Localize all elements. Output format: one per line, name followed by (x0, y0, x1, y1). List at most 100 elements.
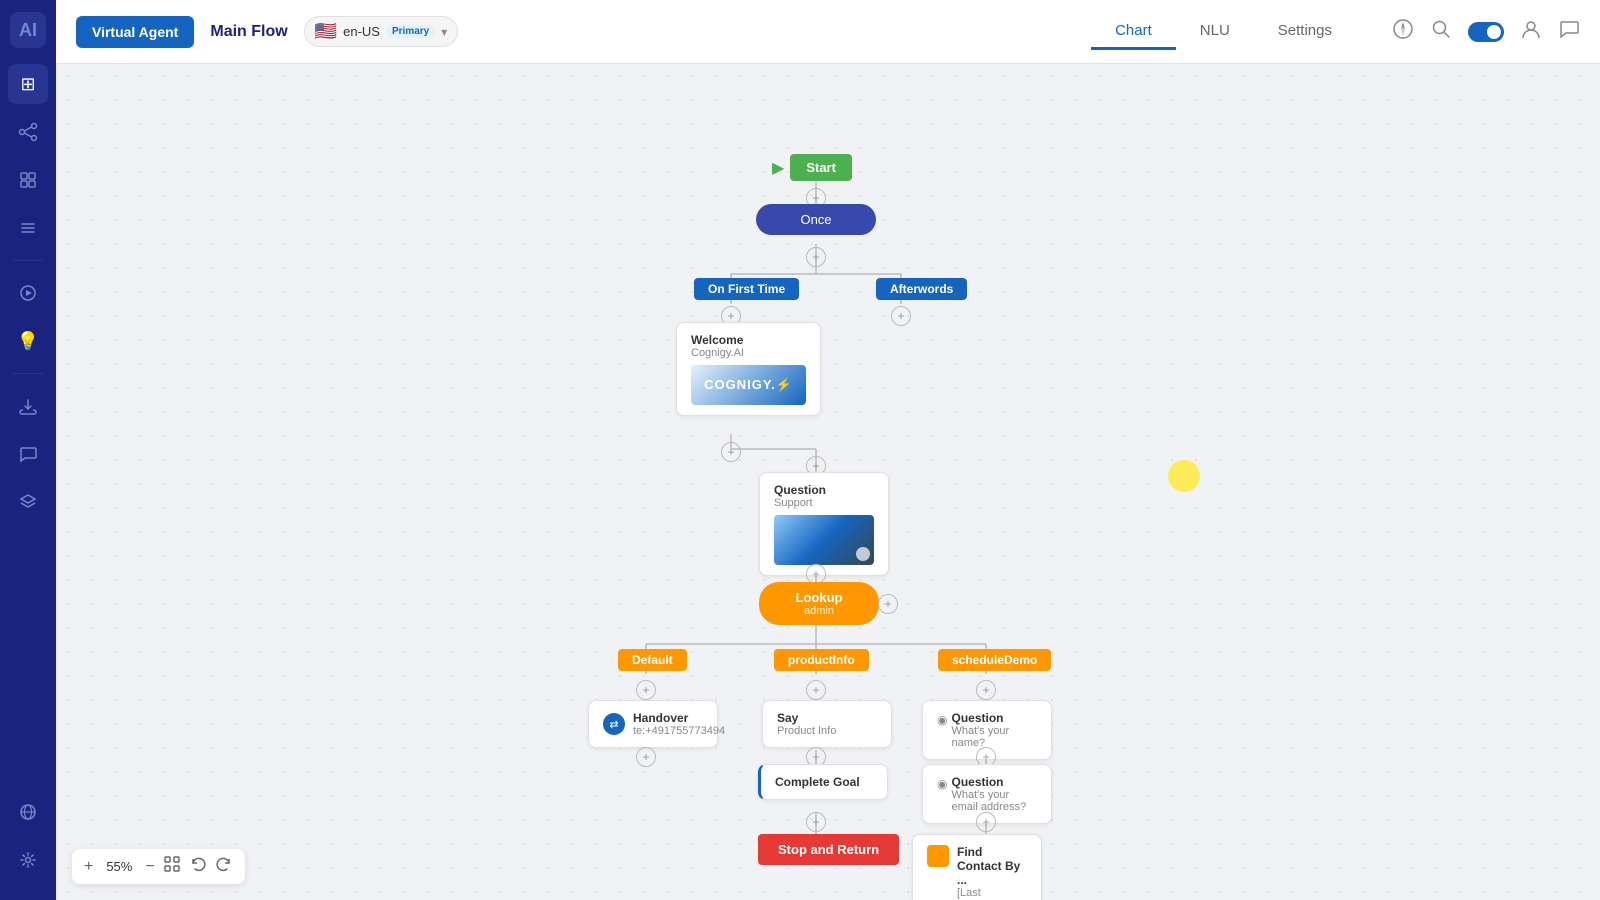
product-info-pill-label[interactable]: productInfo (774, 649, 869, 671)
add-after-question[interactable]: + (806, 564, 826, 584)
start-node[interactable]: ▶ Start (772, 154, 852, 181)
welcome-node[interactable]: Welcome Cognigy.AI COGNIGY.⚡ (676, 322, 821, 416)
default-pill-label[interactable]: Default (618, 649, 687, 671)
logo: AI (10, 12, 46, 48)
say-title: Say (777, 711, 877, 725)
cursor-indicator (1168, 460, 1200, 492)
fit-button[interactable] (163, 855, 181, 878)
add-below-question-email[interactable]: + (976, 812, 996, 832)
flag-icon: 🇺🇸 (315, 21, 337, 42)
once-node[interactable]: Once (756, 204, 876, 235)
question-email-title: Question (951, 775, 1037, 789)
question-name-bullet: ◉ (937, 713, 947, 727)
zoom-out-button[interactable]: − (145, 858, 154, 876)
sidebar-item-flow[interactable] (8, 112, 48, 152)
add-below-scheduledemo[interactable]: + (976, 680, 996, 700)
sidebar-item-export[interactable] (8, 386, 48, 426)
add-below-productinfo[interactable]: + (806, 680, 826, 700)
schedule-demo-pill-node[interactable]: scheduleDemo (938, 649, 1051, 671)
find-contact-icon: 🔶 (927, 845, 949, 867)
add-afterwords[interactable]: + (891, 306, 911, 326)
sidebar-divider-1 (13, 260, 43, 261)
handover-node[interactable]: ⇄ Handover te:+491755773494 (588, 700, 718, 748)
add-after-welcome[interactable]: + (721, 442, 741, 462)
sidebar-item-settings[interactable] (8, 840, 48, 880)
stop-return-label[interactable]: Stop and Return (758, 834, 899, 865)
sidebar-item-list[interactable] (8, 208, 48, 248)
tab-chart[interactable]: Chart (1091, 14, 1176, 50)
locale-code: en-US (343, 24, 380, 39)
user-icon[interactable] (1520, 18, 1542, 46)
add-after-once[interactable]: + (806, 247, 826, 267)
welcome-subtitle: Cognigy.AI (691, 347, 806, 359)
find-contact-subtitle: [Last Question Result] (957, 887, 1027, 900)
undo-button[interactable] (189, 855, 207, 878)
play-icon: ▶ (772, 158, 784, 178)
sidebar-item-chat[interactable] (8, 434, 48, 474)
question-support-image (774, 515, 874, 565)
handover-title: Handover (633, 711, 725, 725)
locale-selector[interactable]: 🇺🇸 en-US Primary ▾ (304, 16, 459, 47)
lookup-node[interactable]: Lookup admin (759, 582, 879, 625)
sidebar-divider-2 (13, 373, 43, 374)
welcome-title: Welcome (691, 333, 806, 347)
complete-goal-title: Complete Goal (775, 775, 873, 789)
find-contact-node[interactable]: 🔶 Find Contact By ... [Last Question Res… (912, 834, 1042, 900)
complete-goal-node[interactable]: Complete Goal (758, 764, 888, 800)
flow-canvas[interactable]: ▶ Start + Once + On First Time Afterword… (56, 64, 1600, 900)
sidebar-item-idea[interactable]: 💡 (8, 321, 48, 361)
virtual-agent-button[interactable]: Virtual Agent (76, 16, 194, 48)
nav-icons (1392, 18, 1580, 46)
canvas-toolbar: + 55% − (72, 849, 245, 884)
cognigy-logo: COGNIGY.⚡ (704, 377, 793, 393)
question-name-subtitle: What's your name? (951, 725, 1037, 749)
question-support-subtitle: Support (774, 497, 874, 509)
tab-settings[interactable]: Settings (1254, 14, 1356, 50)
add-below-complete-goal[interactable]: + (806, 812, 826, 832)
say-node[interactable]: Say Product Info (762, 700, 892, 748)
question-name-title: Question (951, 711, 1037, 725)
toggle-button[interactable] (1468, 22, 1504, 42)
zoom-in-button[interactable]: + (84, 858, 93, 876)
compass-icon[interactable] (1392, 18, 1414, 46)
handover-subtitle: te:+491755773494 (633, 725, 725, 737)
flow-name: Main Flow (210, 23, 287, 41)
lookup-label[interactable]: Lookup admin (759, 582, 879, 625)
add-below-default[interactable]: + (636, 680, 656, 700)
on-first-time-node[interactable]: On First Time (694, 278, 799, 300)
chat-icon[interactable] (1558, 18, 1580, 46)
once-label[interactable]: Once (756, 204, 876, 235)
question-support-node[interactable]: Question Support (759, 472, 889, 576)
question-support-title: Question (774, 483, 874, 497)
sidebar-item-layers[interactable] (8, 160, 48, 200)
nav-tabs: Chart NLU Settings (1091, 14, 1356, 50)
schedule-demo-pill-label[interactable]: scheduleDemo (938, 649, 1051, 671)
find-contact-title: Find Contact By ... (957, 845, 1027, 887)
question-email-bullet: ◉ (937, 777, 947, 791)
add-below-handover[interactable]: + (636, 747, 656, 767)
sidebar-item-stack[interactable] (8, 482, 48, 522)
product-info-pill-node[interactable]: productInfo (774, 649, 869, 671)
chevron-down-icon: ▾ (441, 25, 447, 39)
start-label[interactable]: Start (790, 154, 852, 181)
redo-button[interactable] (215, 855, 233, 878)
search-icon[interactable] (1430, 18, 1452, 46)
sidebar-item-grid[interactable]: ⊞ (8, 64, 48, 104)
on-first-time-label[interactable]: On First Time (694, 278, 799, 300)
sidebar-item-explore[interactable] (8, 273, 48, 313)
primary-badge: Primary (386, 25, 435, 38)
default-pill-node[interactable]: Default (618, 649, 687, 671)
topnav: Virtual Agent Main Flow 🇺🇸 en-US Primary… (56, 0, 1600, 64)
question-email-subtitle: What's your email address? (951, 789, 1037, 813)
zoom-level: 55% (101, 859, 137, 874)
afterwords-label[interactable]: Afterwords (876, 278, 967, 300)
handover-icon: ⇄ (603, 713, 625, 735)
sidebar-item-globe[interactable] (8, 792, 48, 832)
say-subtitle: Product Info (777, 725, 877, 737)
sidebar: AI ⊞ 💡 (0, 0, 56, 900)
add-right-lookup[interactable]: + (878, 594, 898, 614)
main-content: Virtual Agent Main Flow 🇺🇸 en-US Primary… (56, 0, 1600, 900)
afterwords-node[interactable]: Afterwords (876, 278, 967, 300)
tab-nlu[interactable]: NLU (1176, 14, 1254, 50)
stop-return-node[interactable]: Stop and Return (758, 834, 899, 865)
